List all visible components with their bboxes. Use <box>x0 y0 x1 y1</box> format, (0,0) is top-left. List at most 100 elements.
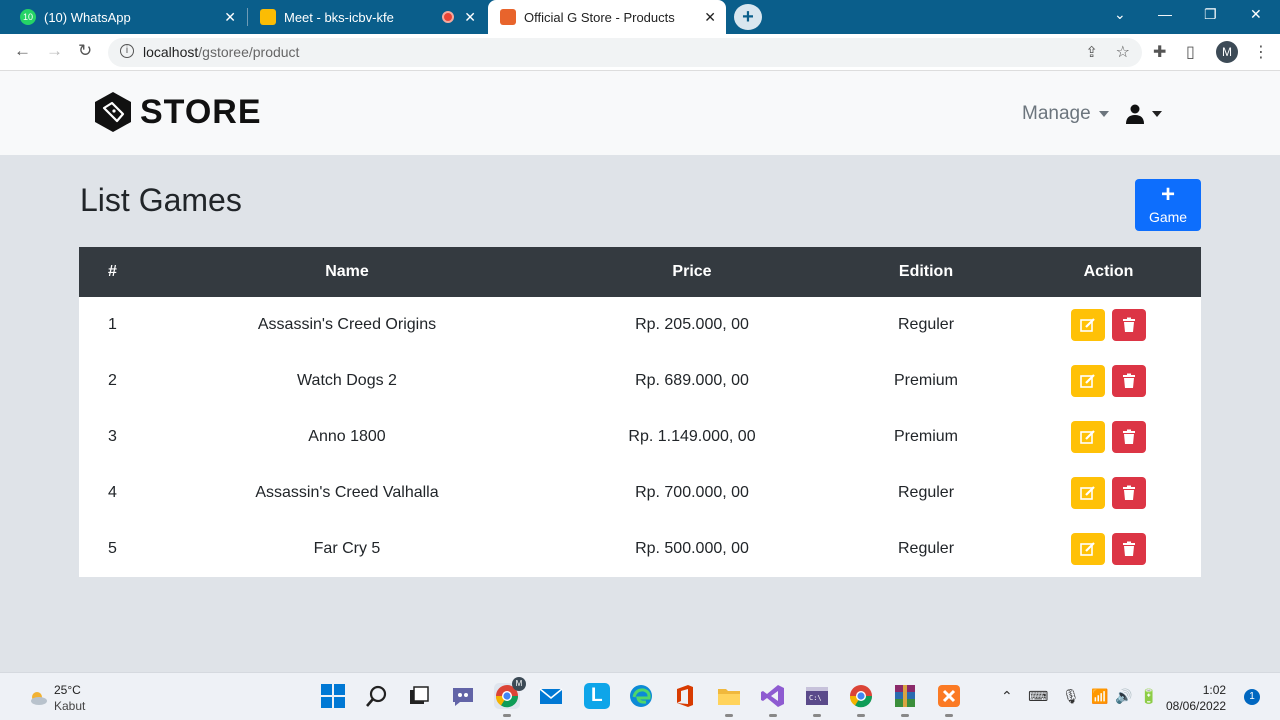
delete-button[interactable] <box>1111 477 1146 509</box>
notification-badge[interactable]: 1 <box>1244 689 1260 705</box>
cell-name: Far Cry 5 <box>313 540 381 557</box>
browser-toolbar: ← → ↻ i localhost/gstoree/product ⇪ ☆ ✚ … <box>0 34 1280 71</box>
url-text[interactable]: localhost/gstoree/product <box>143 44 299 60</box>
table-row: 3 Anno 1800 Rp. 1.149.000, 00 Premium <box>79 409 1201 465</box>
trash-icon <box>1122 429 1135 444</box>
xampp-icon[interactable] <box>936 683 962 717</box>
visual-studio-icon[interactable] <box>760 683 786 717</box>
chevron-down-icon <box>1152 111 1162 117</box>
edit-icon <box>1080 318 1096 332</box>
winrar-icon[interactable] <box>892 683 918 717</box>
manage-dropdown[interactable]: Manage <box>1022 103 1109 125</box>
table-row: 4 Assassin's Creed Valhalla Rp. 700.000,… <box>79 465 1201 521</box>
close-tab-icon[interactable]: ✕ <box>464 9 476 26</box>
cell-actions <box>1016 353 1201 409</box>
restore-icon[interactable]: ❐ <box>1204 6 1217 23</box>
tab-title: (10) WhatsApp <box>44 9 131 25</box>
close-window-icon[interactable]: ✕ <box>1250 6 1262 23</box>
edit-button[interactable] <box>1071 533 1106 565</box>
reload-icon[interactable]: ↻ <box>78 41 92 61</box>
delete-button[interactable] <box>1111 533 1146 565</box>
volume-icon[interactable]: 🔊 <box>1115 688 1132 705</box>
tab-whatsapp[interactable]: 10 (10) WhatsApp ✕ <box>8 0 246 34</box>
google-meet-icon <box>260 9 276 25</box>
header-action: Action <box>1083 263 1134 280</box>
profile-avatar[interactable]: M <box>1216 41 1238 63</box>
close-tab-icon[interactable]: ✕ <box>224 9 236 26</box>
table-row: 2 Watch Dogs 2 Rp. 689.000, 00 Premium <box>79 353 1201 409</box>
delete-button[interactable] <box>1111 421 1146 453</box>
minimize-icon[interactable]: — <box>1158 6 1172 22</box>
chrome-alt-icon[interactable] <box>848 683 874 717</box>
edge-icon[interactable] <box>628 683 654 709</box>
extensions-icon[interactable]: ✚ <box>1153 42 1166 62</box>
edit-button[interactable] <box>1071 421 1106 453</box>
edit-button[interactable] <box>1071 477 1106 509</box>
bookmark-star-icon[interactable]: ☆ <box>1116 42 1130 62</box>
clock-time: 1:02 <box>1202 683 1227 697</box>
site-navbar: STORE Manage <box>0 71 1280 155</box>
address-bar[interactable]: i localhost/gstoree/product ⇪ ☆ <box>108 38 1142 67</box>
add-game-button[interactable]: + Game <box>1135 179 1201 231</box>
wifi-icon[interactable]: 📶 <box>1091 688 1108 705</box>
page-title: List Games <box>80 182 242 218</box>
temperature: 25°C <box>54 683 81 697</box>
plus-icon: + <box>1160 181 1175 208</box>
delete-button[interactable] <box>1111 309 1146 341</box>
windows-start-icon[interactable] <box>320 683 346 709</box>
chrome-icon[interactable]: M <box>494 677 526 717</box>
recording-icon <box>442 11 454 23</box>
search-icon[interactable] <box>364 683 390 709</box>
chevron-up-icon[interactable]: ⌃ <box>1001 688 1013 705</box>
clock-date: 08/06/2022 <box>1166 699 1227 713</box>
cell-price: Rp. 1.149.000, 00 <box>628 428 756 445</box>
edit-button[interactable] <box>1071 365 1106 397</box>
brand-name: STORE <box>140 92 262 131</box>
cell-actions <box>1016 465 1201 521</box>
office-icon[interactable] <box>672 683 698 709</box>
terminal-icon[interactable]: C:\ <box>804 683 830 717</box>
user-icon <box>1126 104 1144 124</box>
trash-icon <box>1122 317 1135 332</box>
store-logo[interactable]: STORE <box>92 91 262 133</box>
chevron-down-icon <box>1098 110 1109 117</box>
file-explorer-icon[interactable] <box>716 683 742 717</box>
xampp-icon <box>500 9 516 25</box>
back-icon[interactable]: ← <box>14 41 31 61</box>
whatsapp-icon: 10 <box>20 9 36 25</box>
menu-kebab-icon[interactable]: ⋮ <box>1253 42 1269 62</box>
header-edition: Edition <box>898 263 954 280</box>
close-tab-icon[interactable]: ✕ <box>704 9 716 26</box>
system-clock[interactable]: 1:02 08/06/2022 <box>1166 682 1227 714</box>
user-dropdown[interactable] <box>1126 104 1162 124</box>
chrome-profile-badge: M <box>512 677 526 691</box>
battery-icon[interactable]: 🔋 <box>1140 688 1157 705</box>
task-view-icon[interactable] <box>406 683 432 709</box>
cell-number: 5 <box>108 540 117 557</box>
weather-icon <box>31 692 47 705</box>
mail-icon[interactable] <box>538 683 564 709</box>
edit-button[interactable] <box>1071 309 1106 341</box>
chat-icon[interactable] <box>450 683 476 709</box>
side-panel-icon[interactable]: ▯ <box>1186 42 1195 62</box>
cell-edition: Reguler <box>897 484 955 501</box>
cell-edition: Premium <box>893 372 958 389</box>
delete-button[interactable] <box>1111 365 1146 397</box>
gamepad-logo-icon <box>95 92 131 132</box>
cell-edition: Premium <box>893 428 958 445</box>
new-tab-button[interactable]: + <box>734 4 762 30</box>
weather-widget[interactable]: 25°C Kabut <box>28 682 85 714</box>
forward-icon[interactable]: → <box>46 41 63 61</box>
tab-search-icon[interactable]: ⌄ <box>1114 6 1126 23</box>
tab-meet[interactable]: Meet - bks-icbv-kfe ✕ <box>248 0 486 34</box>
share-icon[interactable]: ⇪ <box>1085 43 1098 61</box>
tab-gstore[interactable]: Official G Store - Products ✕ <box>488 0 726 34</box>
header-number: # <box>108 263 117 280</box>
l-app-icon[interactable]: L <box>584 683 610 709</box>
cell-edition: Reguler <box>897 540 955 557</box>
microphone-icon[interactable]: 🎙 <box>1062 688 1080 705</box>
edit-icon <box>1080 542 1096 556</box>
cell-actions <box>1016 409 1201 465</box>
keyboard-icon[interactable]: ⌨ <box>1028 688 1048 705</box>
site-info-icon[interactable]: i <box>120 44 134 58</box>
